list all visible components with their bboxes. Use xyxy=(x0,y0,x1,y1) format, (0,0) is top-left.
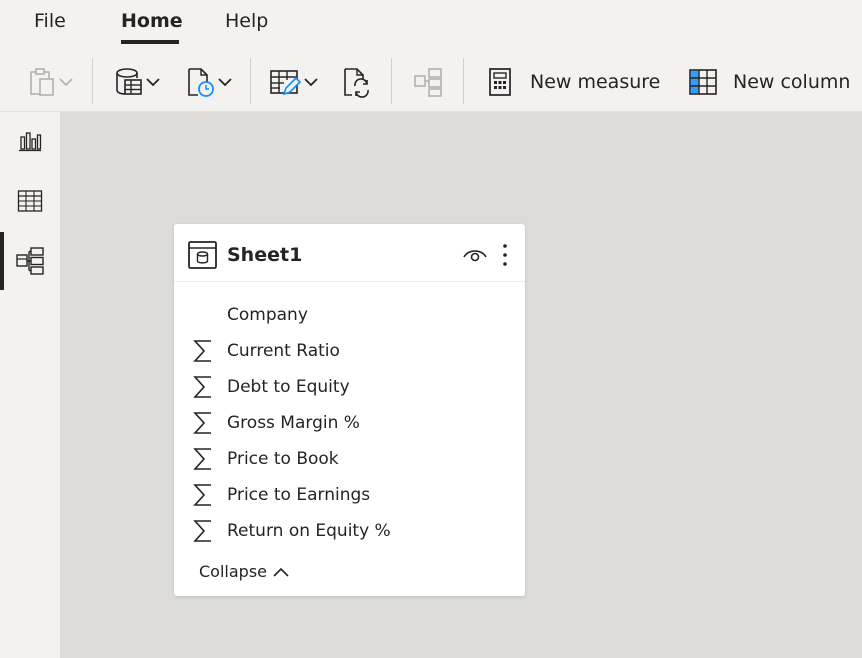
view-switcher-rail xyxy=(0,112,60,658)
field-row-gross-margin[interactable]: Gross Margin % xyxy=(174,405,525,441)
ribbon-separator xyxy=(92,58,93,104)
manage-relationships-button[interactable] xyxy=(412,61,444,103)
report-view-button[interactable] xyxy=(0,116,60,166)
field-row-price-to-book[interactable]: Price to Book xyxy=(174,441,525,477)
field-label: Return on Equity % xyxy=(227,521,391,541)
collapse-label: Collapse xyxy=(199,562,267,581)
more-options-icon[interactable] xyxy=(501,243,509,267)
chevron-down-icon xyxy=(218,78,232,87)
new-column-label: New column xyxy=(733,71,851,93)
new-measure-button[interactable]: New measure xyxy=(486,61,660,103)
collapse-button[interactable]: Collapse xyxy=(199,562,290,581)
sigma-icon xyxy=(193,448,211,470)
paste-icon xyxy=(30,68,54,96)
active-tab-indicator xyxy=(121,40,179,44)
sigma-icon xyxy=(193,340,211,362)
table-icon xyxy=(188,241,217,269)
refresh-document-icon xyxy=(344,68,369,98)
field-row-return-on-equity[interactable]: Return on Equity % xyxy=(174,513,525,549)
field-label: Debt to Equity xyxy=(227,377,350,397)
ribbon-separator xyxy=(391,58,392,104)
calculator-icon xyxy=(489,68,511,96)
refresh-button[interactable] xyxy=(342,61,372,103)
ribbon-toolbar: New measure New column xyxy=(0,50,862,112)
sigma-icon xyxy=(193,484,211,506)
field-label: Current Ratio xyxy=(227,341,340,361)
chevron-down-icon xyxy=(146,78,160,87)
ribbon-separator xyxy=(463,58,464,104)
sigma-icon xyxy=(193,376,211,398)
tab-help[interactable]: Help xyxy=(225,10,268,32)
field-label: Company xyxy=(227,305,308,325)
report-view-icon xyxy=(19,132,42,152)
new-measure-label: New measure xyxy=(530,71,661,93)
sigma-icon xyxy=(193,412,211,434)
field-row-current-ratio[interactable]: Current Ratio xyxy=(174,333,525,369)
data-view-button[interactable] xyxy=(0,176,60,226)
recent-document-icon xyxy=(188,68,214,97)
tab-file[interactable]: File xyxy=(34,10,66,32)
sigma-icon xyxy=(193,520,211,542)
chevron-down-icon xyxy=(59,78,73,87)
model-view-button[interactable] xyxy=(0,236,60,286)
new-column-button[interactable]: New column xyxy=(688,61,850,103)
ribbon-separator xyxy=(250,58,251,104)
table-card-header[interactable]: Sheet1 xyxy=(174,224,525,282)
data-view-icon xyxy=(17,190,43,212)
database-table-icon xyxy=(116,68,142,95)
relationships-icon xyxy=(414,68,442,97)
eye-icon[interactable] xyxy=(462,246,488,264)
tab-home[interactable]: Home xyxy=(121,10,183,32)
chevron-up-icon xyxy=(273,567,289,577)
transform-data-button[interactable] xyxy=(268,61,320,103)
menu-bar: File Home Help xyxy=(0,0,862,50)
field-label: Gross Margin % xyxy=(227,413,360,433)
field-row-debt-to-equity[interactable]: Debt to Equity xyxy=(174,369,525,405)
field-row-price-to-earnings[interactable]: Price to Earnings xyxy=(174,477,525,513)
field-label: Price to Earnings xyxy=(227,485,371,505)
table-card-sheet1[interactable]: Sheet1 Company Current Ratio Debt to Equ… xyxy=(174,224,525,596)
get-data-button[interactable] xyxy=(114,61,162,103)
field-row-company[interactable]: Company xyxy=(174,297,525,333)
table-edit-icon xyxy=(270,70,302,96)
model-view-icon xyxy=(16,247,44,275)
recent-sources-button[interactable] xyxy=(186,61,234,103)
paste-button[interactable] xyxy=(28,61,74,103)
chevron-down-icon xyxy=(304,78,318,87)
field-label: Price to Book xyxy=(227,449,339,469)
table-column-icon xyxy=(689,69,717,95)
table-title: Sheet1 xyxy=(227,244,303,266)
